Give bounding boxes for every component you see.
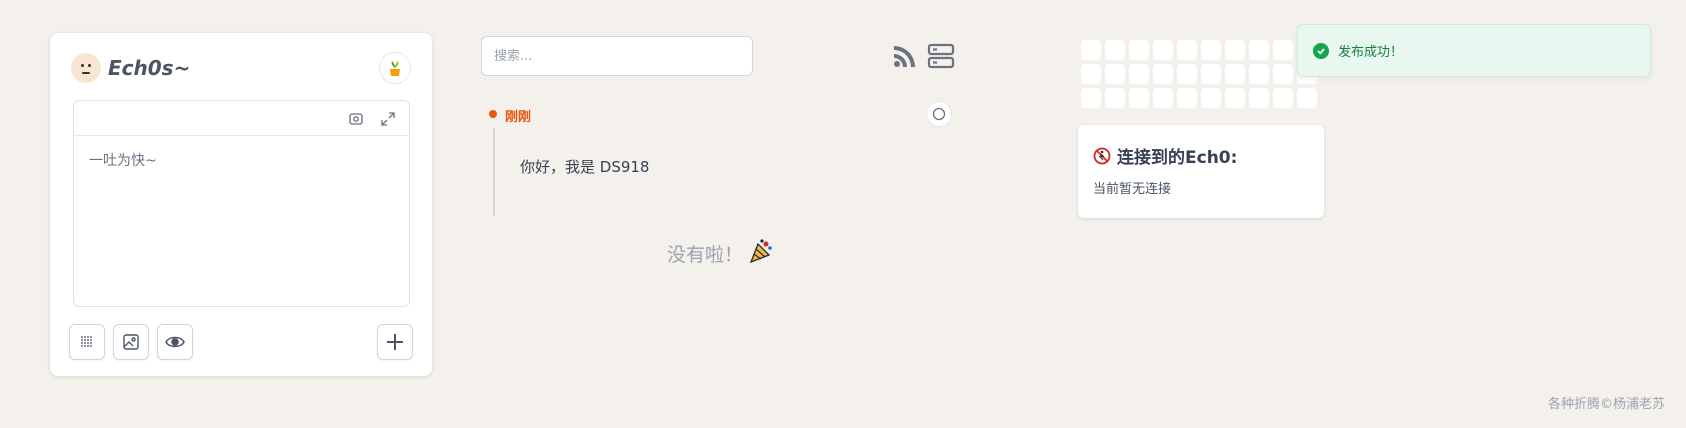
heatmap-cell [1105, 40, 1125, 60]
heatmap-cell [1249, 64, 1269, 84]
heatmap-cell [1177, 40, 1197, 60]
connect-status: 当前暂无连接 [1093, 182, 1172, 197]
fullscreen-icon[interactable] [379, 110, 397, 128]
heatmap-cell [1225, 40, 1245, 60]
heatmap-cell [1177, 64, 1197, 84]
avatar[interactable] [71, 53, 101, 83]
heatmap-cell [1249, 88, 1269, 108]
dots-grid-icon [81, 336, 92, 347]
editor-actions [69, 324, 413, 360]
timeline-line [493, 128, 495, 216]
heatmap-cell [1105, 88, 1125, 108]
no-pedestrian-icon [1093, 147, 1111, 164]
toast-message: 发布成功！ [1338, 45, 1404, 60]
heatmap-cell [1105, 64, 1125, 84]
timeline-dot [489, 110, 497, 118]
editor-placeholder[interactable]: 一吐为快~ [74, 136, 409, 184]
timeline-toggle-button[interactable] [926, 101, 952, 127]
editor-header: Ech0s~ [71, 52, 411, 84]
plant-icon[interactable] [379, 52, 411, 84]
eye-icon [165, 336, 185, 348]
heatmap-cell [1201, 88, 1221, 108]
heatmap-cell [1153, 88, 1173, 108]
image-button[interactable] [113, 324, 149, 360]
editor-box[interactable]: 一吐为快~ [73, 100, 410, 307]
activity-heatmap [1081, 40, 1321, 108]
check-circle-icon [1313, 42, 1329, 59]
eye-button[interactable] [157, 324, 193, 360]
end-of-list-text: 没有啦！ [667, 244, 744, 266]
editor-toolbar [74, 101, 409, 136]
plus-icon [387, 334, 403, 350]
heatmap-cell [1081, 64, 1101, 84]
preview-icon[interactable] [347, 110, 365, 128]
heatmap-cell [1129, 40, 1149, 60]
heatmap-cell [1297, 88, 1317, 108]
post-time: 刚刚 [505, 110, 532, 125]
party-popper-icon [748, 238, 774, 268]
editor-card: Ech0s~ 一吐为快~ [50, 33, 432, 376]
heatmap-cell [1201, 40, 1221, 60]
circle-icon [932, 107, 946, 121]
heatmap-cell [1273, 88, 1293, 108]
image-icon [123, 334, 139, 350]
heatmap-cell [1273, 64, 1293, 84]
footer-text: 各种折腾©杨浦老苏 [1547, 397, 1665, 412]
add-button[interactable] [377, 324, 413, 360]
heatmap-cell [1225, 64, 1245, 84]
heatmap-cell [1201, 64, 1221, 84]
heatmap-cell [1225, 88, 1245, 108]
heatmap-cell [1273, 40, 1293, 60]
server-icon[interactable] [927, 42, 955, 74]
rss-icon[interactable] [893, 44, 917, 72]
heatmap-cell [1081, 88, 1101, 108]
heatmap-cell [1177, 88, 1197, 108]
heatmap-cell [1129, 64, 1149, 84]
brand-name: Ech0s~ [108, 56, 191, 80]
heatmap-cell [1129, 88, 1149, 108]
search-input[interactable] [481, 36, 753, 76]
page: Ech0s~ 一吐为快~ 搜索... 刚刚 你好，我是 DS918 没有啦！ 连… [0, 0, 1686, 428]
success-toast: 发布成功！ [1297, 24, 1651, 77]
heatmap-cell [1153, 64, 1173, 84]
grid-button[interactable] [69, 324, 105, 360]
post-content: 你好，我是 DS918 [520, 158, 650, 176]
connect-card: 连接到的Ech0: 当前暂无连接 [1078, 125, 1324, 218]
heatmap-cell [1153, 40, 1173, 60]
connect-title-text: 连接到的Ech0: [1117, 148, 1238, 168]
heatmap-cell [1081, 40, 1101, 60]
connect-title: 连接到的Ech0: [1093, 143, 1237, 168]
heatmap-cell [1249, 40, 1269, 60]
